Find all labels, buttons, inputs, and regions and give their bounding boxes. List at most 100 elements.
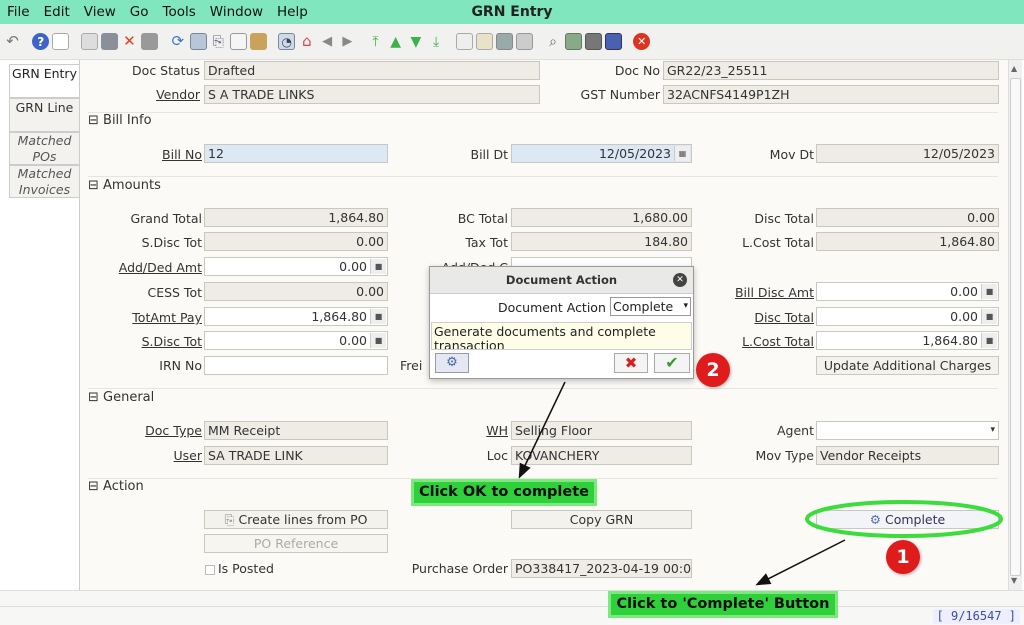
menu-edit[interactable]: Edit [37, 0, 77, 24]
grand-total-field: 1,864.80 [204, 208, 388, 227]
menu-view[interactable]: View [77, 0, 123, 24]
report-icon[interactable] [250, 33, 268, 50]
tab-matched-invoices[interactable]: Matched Invoices [9, 165, 79, 198]
save-alt-icon[interactable] [141, 33, 159, 50]
totamt-field[interactable]: 1,864.80 ■ [204, 307, 388, 326]
lcost-total2-field[interactable]: 1,864.80 ■ [816, 331, 999, 350]
lcost-total-label: L.Cost Total [742, 235, 814, 250]
delete-icon[interactable]: ✕ [121, 33, 138, 50]
calculator-icon[interactable]: ■ [981, 284, 997, 299]
create-lines-button[interactable]: ⎘ Create lines from PO [204, 510, 388, 529]
status-bar: [ 9/16547 ] [0, 590, 1024, 625]
doc-status-label: Doc Status [132, 63, 200, 78]
scroll-down-icon[interactable]: ▼ [1011, 576, 1017, 585]
archive-icon[interactable] [584, 33, 602, 50]
last-record-icon[interactable]: ⤓ [428, 33, 445, 50]
previous-record-icon[interactable]: ▲ [387, 33, 404, 50]
menu-tools[interactable]: Tools [156, 0, 203, 24]
user-field: SA TRADE LINK [204, 446, 388, 465]
calendar-icon[interactable]: ▦ [674, 146, 690, 161]
calculator-icon[interactable]: ■ [981, 309, 997, 324]
section-bill-info[interactable]: ⊟ Bill Info [88, 113, 152, 128]
bill-no-field[interactable]: 12 [204, 144, 388, 163]
archive-alt-icon[interactable] [605, 33, 623, 50]
add-ded-field[interactable]: 0.00 ■ [204, 257, 388, 276]
document-icon[interactable] [455, 33, 473, 50]
copy-grn-button[interactable]: Copy GRN [511, 510, 692, 529]
help-icon[interactable]: ? [32, 33, 50, 50]
tab-grn-entry[interactable]: GRN Entry [9, 64, 79, 98]
zoom-icon[interactable] [475, 33, 493, 50]
cancel-icon[interactable]: ✖ [614, 353, 648, 373]
sdisc-tot2-field[interactable]: 0.00 ■ [204, 331, 388, 350]
user-label: User [173, 448, 203, 463]
tax-tot-field: 184.80 [511, 232, 692, 251]
menu-file[interactable]: File [0, 0, 37, 24]
bill-dt-label: Bill Dt [470, 147, 509, 162]
tax-tot-label: Tax Tot [465, 235, 508, 250]
close-icon[interactable]: ✕ [673, 273, 687, 287]
complete-button[interactable]: ⚙ Complete [816, 510, 999, 529]
calculator-icon[interactable]: ■ [981, 333, 997, 348]
new-icon[interactable] [52, 33, 70, 50]
print-preview-icon[interactable] [516, 33, 534, 50]
next-record-icon[interactable]: ▼ [407, 33, 424, 50]
section-amounts[interactable]: ⊟ Amounts [88, 178, 161, 193]
section-action[interactable]: ⊟ Action [88, 479, 144, 494]
add-ded-label: Add/Ded Amt [118, 260, 202, 275]
po-reference-button[interactable]: PO Reference [204, 534, 388, 553]
wh-label: WH [486, 423, 508, 438]
cess-field: 0.00 [204, 282, 388, 301]
vendor-field[interactable]: S A TRADE LINKS [204, 85, 540, 104]
irn-field[interactable] [204, 356, 388, 375]
is-posted-checkbox[interactable] [205, 565, 215, 575]
attachment-icon[interactable]: ⎘ [210, 33, 227, 50]
find-icon[interactable] [189, 33, 207, 50]
menu-go[interactable]: Go [123, 0, 156, 24]
scrollbar[interactable]: ▲ ▼ [1008, 60, 1022, 590]
ok-icon[interactable]: ✔ [654, 353, 690, 373]
calculator-icon[interactable]: ■ [370, 309, 386, 324]
bill-disc-field[interactable]: 0.00 ■ [816, 282, 999, 301]
lcost-total-field: 1,864.80 [816, 232, 999, 251]
print-icon[interactable] [496, 33, 514, 50]
agent-select[interactable]: ▾ [816, 421, 999, 440]
exit-icon[interactable]: ✕ [633, 33, 651, 50]
callout-ok: Click OK to complete [411, 479, 597, 506]
add-ded-value: 0.00 [339, 259, 367, 274]
section-general[interactable]: ⊟ General [88, 390, 154, 405]
back-icon[interactable]: ◀ [319, 33, 336, 50]
save-icon[interactable] [100, 33, 118, 50]
home-icon[interactable]: ⌂ [298, 33, 315, 50]
bill-dt-field[interactable]: 12/05/2023 ▦ [511, 144, 692, 163]
disc-total-field: 0.00 [816, 208, 999, 227]
scroll-up-icon[interactable]: ▲ [1011, 64, 1017, 73]
callout-complete: Click to 'Complete' Button [608, 591, 838, 618]
copy-icon[interactable] [80, 33, 98, 50]
sdisc-tot-field: 0.00 [204, 232, 388, 251]
chat-icon[interactable] [229, 33, 247, 50]
agent-label: Agent [777, 423, 814, 438]
process-icon[interactable] [564, 33, 582, 50]
tab-grn-line[interactable]: GRN Line [9, 98, 79, 132]
process-gear-icon[interactable]: ⚙ [435, 353, 469, 373]
sdisc-tot2-label: S.Disc Tot [141, 334, 202, 349]
menu-help[interactable]: Help [270, 0, 315, 24]
disc-total2-field[interactable]: 0.00 ■ [816, 307, 999, 326]
chevron-down-icon[interactable]: ▾ [683, 298, 688, 315]
dialog-action-select[interactable]: Complete ▾ [610, 297, 691, 316]
scroll-thumb[interactable] [1010, 78, 1021, 576]
menu-window[interactable]: Window [203, 0, 270, 24]
tab-matched-pos[interactable]: Matched POs [9, 132, 79, 165]
undo-icon[interactable]: ↶ [4, 33, 21, 50]
forward-icon[interactable]: ▶ [339, 33, 356, 50]
calculator-icon[interactable]: ■ [370, 259, 386, 274]
disc-total2-label: Disc Total [754, 310, 814, 325]
chevron-down-icon[interactable]: ▾ [990, 422, 995, 439]
first-record-icon[interactable]: ⤒ [367, 33, 384, 50]
calculator-icon[interactable]: ■ [370, 333, 386, 348]
update-charges-button[interactable]: Update Additional Charges [816, 356, 999, 375]
refresh-icon[interactable]: ⟳ [169, 33, 186, 50]
history-icon[interactable]: ◔ [278, 33, 296, 50]
lookup-icon[interactable]: ⌕ [545, 33, 562, 50]
